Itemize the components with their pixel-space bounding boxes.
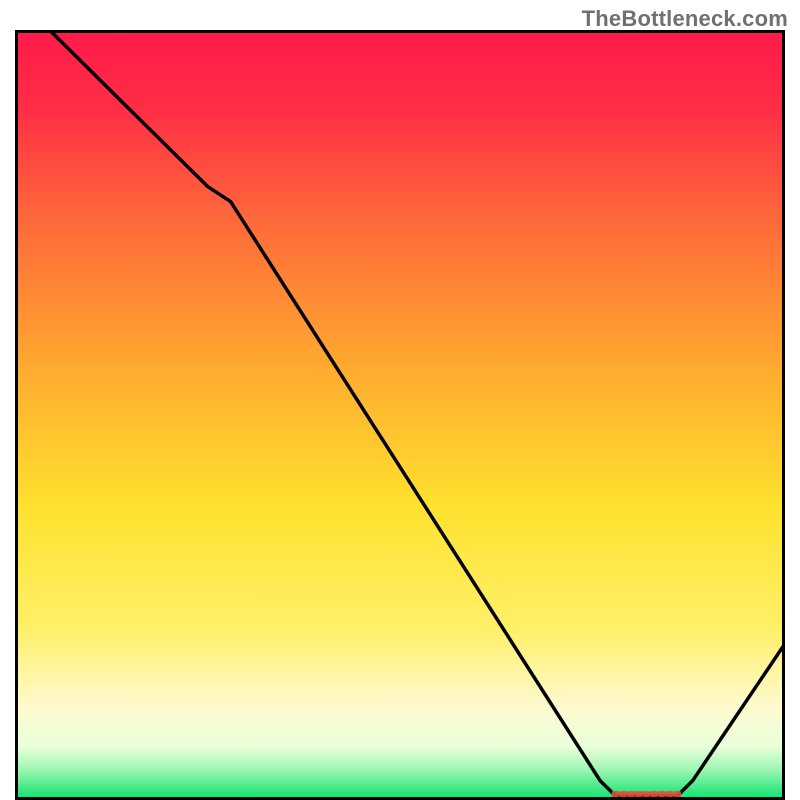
plateau-mark-dot [658, 791, 666, 797]
plateau-mark-dot [673, 791, 681, 797]
watermark-text: TheBottleneck.com [582, 6, 788, 32]
chart-svg [15, 30, 785, 800]
chart-stage: TheBottleneck.com [0, 0, 800, 800]
gradient-background [15, 30, 785, 800]
plateau-mark-dot [627, 791, 635, 797]
plateau-mark-dot [612, 791, 620, 797]
plateau-mark-dot [619, 791, 627, 797]
plateau-mark-dot [666, 791, 674, 797]
plateau-mark-dot [635, 791, 643, 797]
plateau-mark-dot [642, 791, 650, 797]
plateau-mark [612, 791, 682, 797]
plateau-mark-dot [650, 791, 658, 797]
